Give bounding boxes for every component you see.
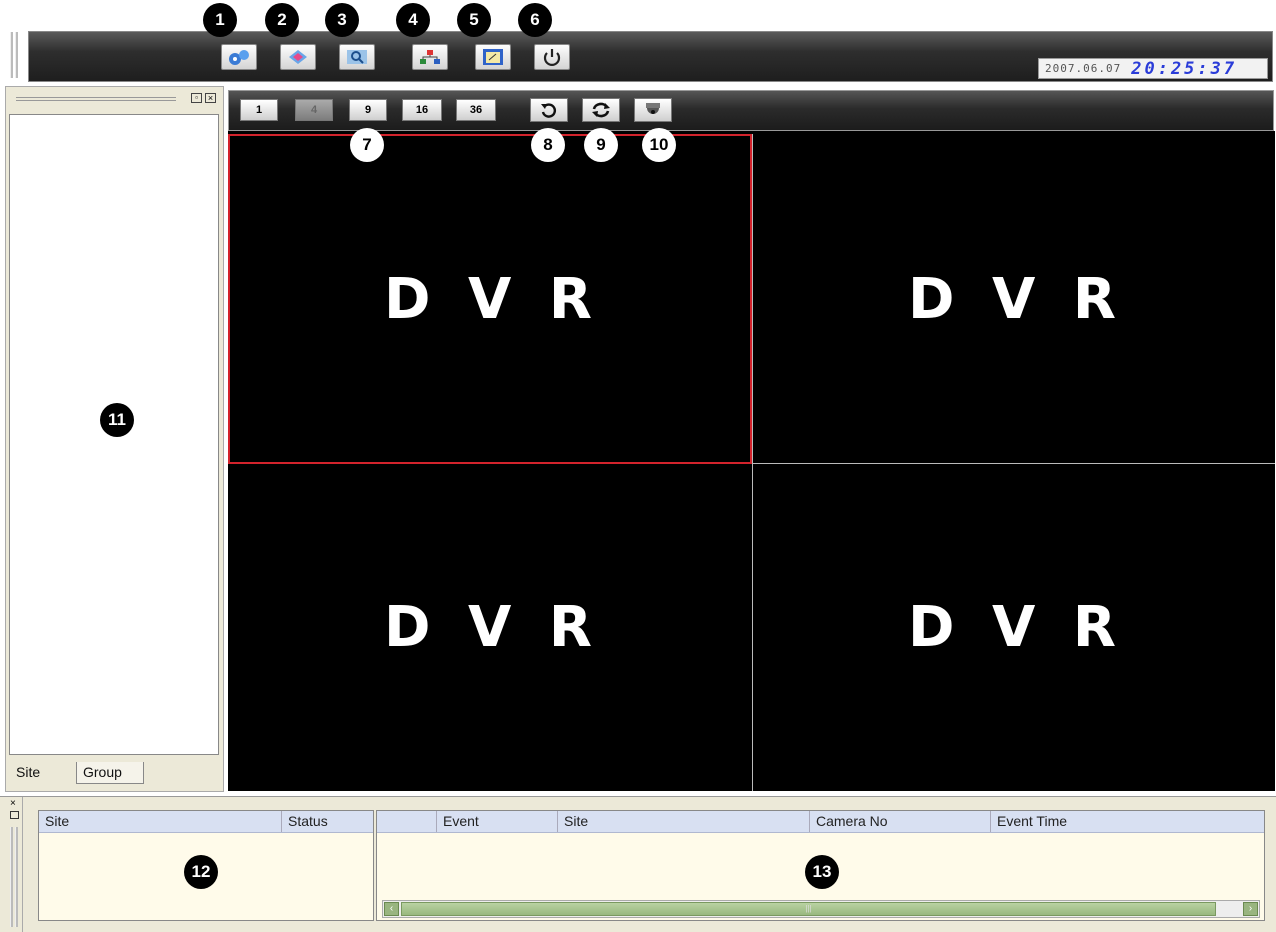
callout-9: 9 xyxy=(584,128,618,162)
bottom-float-button[interactable] xyxy=(10,811,19,819)
scroll-thumb[interactable]: ||| xyxy=(401,902,1216,916)
column-header-camera-no[interactable]: Camera No xyxy=(810,811,991,832)
layout-36-button[interactable]: 36 xyxy=(456,99,496,121)
table-header: Site Status xyxy=(39,811,373,833)
panel-close-button[interactable]: × xyxy=(205,93,216,103)
toolbar-grip[interactable] xyxy=(15,32,18,78)
callout-3: 3 xyxy=(325,3,359,37)
callout-4: 4 xyxy=(396,3,430,37)
bottom-grip[interactable] xyxy=(15,827,18,927)
ptz-camera-button[interactable] xyxy=(634,98,672,122)
search-icon xyxy=(347,50,367,64)
power-button[interactable] xyxy=(534,44,570,70)
search-button[interactable] xyxy=(339,44,375,70)
callout-5: 5 xyxy=(457,3,491,37)
layout-4-button[interactable]: 4 xyxy=(295,99,333,121)
video-cell[interactable]: D V R xyxy=(753,464,1275,791)
network-setup-icon xyxy=(289,50,307,64)
notepad-icon xyxy=(483,49,503,65)
column-header-event[interactable]: Event xyxy=(437,811,558,832)
scroll-right-button[interactable]: › xyxy=(1243,902,1258,916)
column-header-event-time[interactable]: Event Time xyxy=(991,811,1265,832)
layout-1-button[interactable]: 1 xyxy=(240,99,278,121)
undo-button[interactable] xyxy=(530,98,568,122)
video-cell-label: D V R xyxy=(908,266,1120,332)
setup-button[interactable] xyxy=(221,44,257,70)
callout-10: 10 xyxy=(642,128,676,162)
column-header-status[interactable]: Status xyxy=(282,811,374,832)
column-header-blank[interactable] xyxy=(377,811,437,832)
callout-8: 8 xyxy=(531,128,565,162)
table-header: Event Site Camera No Event Time xyxy=(377,811,1264,833)
grid-divider xyxy=(753,463,1275,464)
refresh-icon xyxy=(592,102,610,118)
panel-grip-line xyxy=(16,100,176,101)
site-tree-icon xyxy=(420,50,440,64)
tab-site[interactable]: Site xyxy=(10,762,72,784)
column-header-site[interactable]: Site xyxy=(558,811,810,832)
network-button[interactable] xyxy=(280,44,316,70)
power-icon xyxy=(543,49,561,66)
tab-group[interactable]: Group xyxy=(76,762,144,784)
callout-11: 11 xyxy=(100,403,134,437)
layout-9-button[interactable]: 9 xyxy=(349,99,387,121)
toolbar-grip[interactable] xyxy=(10,32,13,78)
undo-icon xyxy=(541,103,557,118)
gear-cluster-icon xyxy=(229,50,249,65)
scroll-left-button[interactable]: ‹ xyxy=(384,902,399,916)
video-cell[interactable]: D V R xyxy=(753,134,1275,464)
panel-float-button[interactable]: ▫ xyxy=(191,93,202,103)
event-table-scrollbar[interactable]: ‹ ||| › xyxy=(382,900,1260,918)
time-text: 20:25:37 xyxy=(1131,58,1238,79)
panel-grip-line xyxy=(16,97,176,98)
callout-2: 2 xyxy=(265,3,299,37)
callout-1: 1 xyxy=(203,3,237,37)
date-text: 2007.06.07 xyxy=(1045,62,1122,75)
video-cell[interactable]: D V R xyxy=(228,134,752,464)
video-cell-label: D V R xyxy=(908,595,1120,660)
refresh-button[interactable] xyxy=(582,98,620,122)
log-button[interactable] xyxy=(475,44,511,70)
bottom-grip[interactable] xyxy=(10,827,13,927)
video-cell[interactable]: D V R xyxy=(228,464,752,791)
video-cell-label: D V R xyxy=(384,266,596,332)
bottom-close-button[interactable]: × xyxy=(10,799,20,809)
callout-7: 7 xyxy=(350,128,384,162)
date-time-display: 2007.06.07 20:25:37 xyxy=(1038,58,1268,79)
video-grid: D V R D V R D V R D V R xyxy=(228,131,1275,791)
layout-16-button[interactable]: 16 xyxy=(402,99,442,121)
callout-12: 12 xyxy=(184,855,218,889)
camera-icon xyxy=(646,103,660,114)
callout-13: 13 xyxy=(805,855,839,889)
callout-6: 6 xyxy=(518,3,552,37)
column-header-site[interactable]: Site xyxy=(39,811,282,832)
site-tree-button[interactable] xyxy=(412,44,448,70)
video-cell-label: D V R xyxy=(384,595,596,660)
